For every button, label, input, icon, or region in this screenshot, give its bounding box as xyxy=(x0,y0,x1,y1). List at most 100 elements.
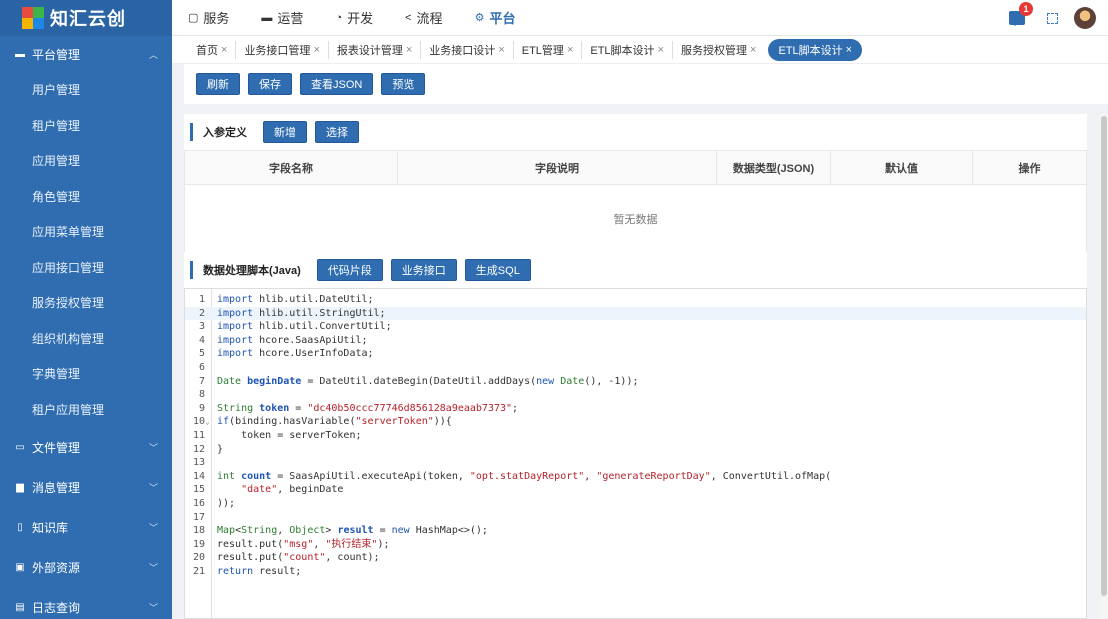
tab-biz-api-design[interactable]: 业务接口设计 × xyxy=(420,40,512,59)
code-editor[interactable]: 1 import hlib.util.DateUtil; 2 import hlib.… xyxy=(184,288,1087,619)
code-text: result.put("count", count); xyxy=(217,552,380,564)
code-line[interactable]: 2 import hlib.util.StringUtil; xyxy=(185,306,1086,321)
folder-icon: ▭ xyxy=(15,441,25,453)
code-line[interactable]: 3 import hlib.util.ConvertUtil; xyxy=(185,320,1086,334)
code-line[interactable]: 17 xyxy=(185,511,1086,525)
code-line[interactable]: 18 Map<String, Object> result = new HashM… xyxy=(185,524,1086,538)
code-line[interactable]: 6 xyxy=(185,361,1086,375)
generate-sql-button[interactable]: 生成SQL xyxy=(464,259,531,281)
topnav-develop[interactable]: ◔ 开发 xyxy=(335,8,373,27)
sidebar-item-dict[interactable]: 字典管理 xyxy=(0,356,172,392)
sidebar-group-files[interactable]: ▭ 文件管理 ﹀ xyxy=(0,427,172,467)
code-text: )); xyxy=(217,498,236,509)
sidebar-item-users[interactable]: 用户管理 xyxy=(0,72,172,108)
code-line[interactable]: 10 ⌄ if(binding.hasVariable("serverToken")… xyxy=(185,415,1086,429)
sidebar-group-logs[interactable]: ▤ 日志查询 ﹀ xyxy=(0,587,172,619)
monitor-icon: ▬ xyxy=(15,48,25,60)
code-line[interactable]: 1 import hlib.util.DateUtil; xyxy=(185,293,1086,307)
biz-api-button[interactable]: 业务接口 xyxy=(390,259,457,281)
tab-etl-script-design-active[interactable]: ETL脚本设计 × xyxy=(768,38,863,61)
code-text: import hcore.UserInfoData; xyxy=(217,348,374,360)
code-line[interactable]: 9 String token = "dc40b50ccc77746d856128a… xyxy=(185,402,1086,416)
chevron-down-icon: ﹀ xyxy=(148,482,158,493)
save-button[interactable]: 保存 xyxy=(248,73,292,95)
code-line[interactable]: 7 Date beginDate = DateUtil.dateBegin(Dat… xyxy=(185,375,1086,389)
sidebar-group-messages[interactable]: ▆ 消息管理 ﹀ xyxy=(0,467,172,507)
tab-etl-mgmt[interactable]: ETL管理 × xyxy=(512,40,582,59)
sidebar-item-tenant-apps[interactable]: 租户应用管理 xyxy=(0,392,172,428)
topnav-platform[interactable]: ⚙ 平台 xyxy=(475,8,516,27)
code-line[interactable]: 20 result.put("count", count); xyxy=(185,551,1086,565)
refresh-button[interactable]: 刷新 xyxy=(196,73,240,95)
code-line[interactable]: 11 token = serverToken; xyxy=(185,429,1086,443)
close-icon[interactable]: × xyxy=(567,44,573,56)
fullscreen-icon[interactable] xyxy=(1047,12,1058,24)
avatar[interactable] xyxy=(1074,7,1096,29)
tab-service-auth[interactable]: 服务授权管理 × xyxy=(672,40,764,59)
sidebar-group-label: 平台管理 xyxy=(32,47,81,62)
close-icon[interactable]: × xyxy=(498,44,504,56)
code-line[interactable]: 13 xyxy=(185,456,1086,470)
tab-label: 首页 xyxy=(196,44,218,57)
sidebar-item-roles[interactable]: 角色管理 xyxy=(0,179,172,215)
sidebar-item-org[interactable]: 组织机构管理 xyxy=(0,321,172,357)
topnav-label: 平台 xyxy=(489,11,516,26)
close-icon[interactable]: × xyxy=(221,44,227,56)
select-param-button[interactable]: 选择 xyxy=(315,121,359,143)
sidebar-group-platform[interactable]: ▬ 平台管理 ︿ xyxy=(0,36,172,72)
tab-home[interactable]: 首页 × xyxy=(194,41,235,59)
code-line[interactable]: 12} xyxy=(185,443,1086,457)
code-text: "date", beginDate xyxy=(241,484,344,496)
code-line[interactable]: 19 result.put("msg", "执行结束"); xyxy=(185,538,1086,552)
code-line[interactable]: 15 "date", beginDate xyxy=(185,483,1086,497)
code-line[interactable]: 14 int count = SaasApiUtil.executeApi(tok… xyxy=(185,470,1086,484)
sidebar-item-apps[interactable]: 应用管理 xyxy=(0,143,172,179)
sidebar-group-external[interactable]: ▣ 外部资源 ﹀ xyxy=(0,547,172,587)
topnav-operations[interactable]: ▬ 运营 xyxy=(261,8,303,27)
fold-icon[interactable]: ⌄ xyxy=(205,415,212,429)
sidebar-item-service-auth[interactable]: 服务授权管理 xyxy=(0,285,172,321)
close-icon[interactable]: × xyxy=(846,44,852,56)
code-line[interactable]: 21 return result; xyxy=(185,565,1086,579)
sidebar-group-knowledge[interactable]: ▯ 知识库 ﹀ xyxy=(0,507,172,547)
code-line[interactable]: 5 import hcore.UserInfoData; xyxy=(185,347,1086,361)
code-line[interactable]: 16)); xyxy=(185,497,1086,511)
code-line[interactable]: 4 import hcore.SaasApiUtil; xyxy=(185,334,1086,348)
logo-icon xyxy=(22,7,44,29)
image-icon: ▣ xyxy=(15,561,25,573)
code-text: Map<String, Object> result = new HashMap… xyxy=(217,525,488,537)
close-icon[interactable]: × xyxy=(658,44,664,56)
sidebar-item-app-menus[interactable]: 应用菜单管理 xyxy=(0,214,172,250)
topnav-service[interactable]: ▢ 服务 xyxy=(188,8,229,27)
brand-name: 知汇云创 xyxy=(50,9,126,29)
code-text: import hcore.SaasApiUtil; xyxy=(217,334,368,346)
sidebar-item-app-apis[interactable]: 应用接口管理 xyxy=(0,250,172,286)
code-text: String token = "dc40b50ccc77746d856128a9… xyxy=(217,402,519,414)
code-snippet-button[interactable]: 代码片段 xyxy=(316,259,383,281)
view-json-button[interactable]: 查看JSON xyxy=(300,73,374,95)
line-number: 10 xyxy=(192,416,205,428)
line-number: 14 xyxy=(192,470,205,482)
line-number: 16 xyxy=(192,498,205,509)
scrollbar-thumb[interactable] xyxy=(1101,116,1107,596)
page-toolbar: 刷新 保存 查看JSON 预览 xyxy=(184,64,1108,104)
close-icon[interactable]: × xyxy=(750,44,756,56)
tab-biz-api-mgmt[interactable]: 业务接口管理 × xyxy=(235,40,327,59)
code-line[interactable]: 8 xyxy=(185,388,1086,402)
preview-button[interactable]: 预览 xyxy=(381,73,426,95)
scrollbar[interactable] xyxy=(1100,114,1108,619)
message-icon[interactable]: 1 xyxy=(1009,2,1033,26)
brand-logo[interactable]: 知汇云创 xyxy=(0,0,172,36)
tab-etl-script-design[interactable]: ETL脚本设计 × xyxy=(581,40,672,59)
close-icon[interactable]: × xyxy=(406,44,412,56)
tab-report-design[interactable]: 报表设计管理 × xyxy=(327,40,420,59)
topnav-workflow[interactable]: < 流程 xyxy=(405,8,442,27)
close-icon[interactable]: × xyxy=(313,44,319,56)
add-param-button[interactable]: 新增 xyxy=(263,121,307,143)
sidebar-item-tenants[interactable]: 租户管理 xyxy=(0,108,172,144)
sidebar-group-label: 文件管理 xyxy=(32,440,81,455)
line-number: 15 xyxy=(192,484,205,496)
